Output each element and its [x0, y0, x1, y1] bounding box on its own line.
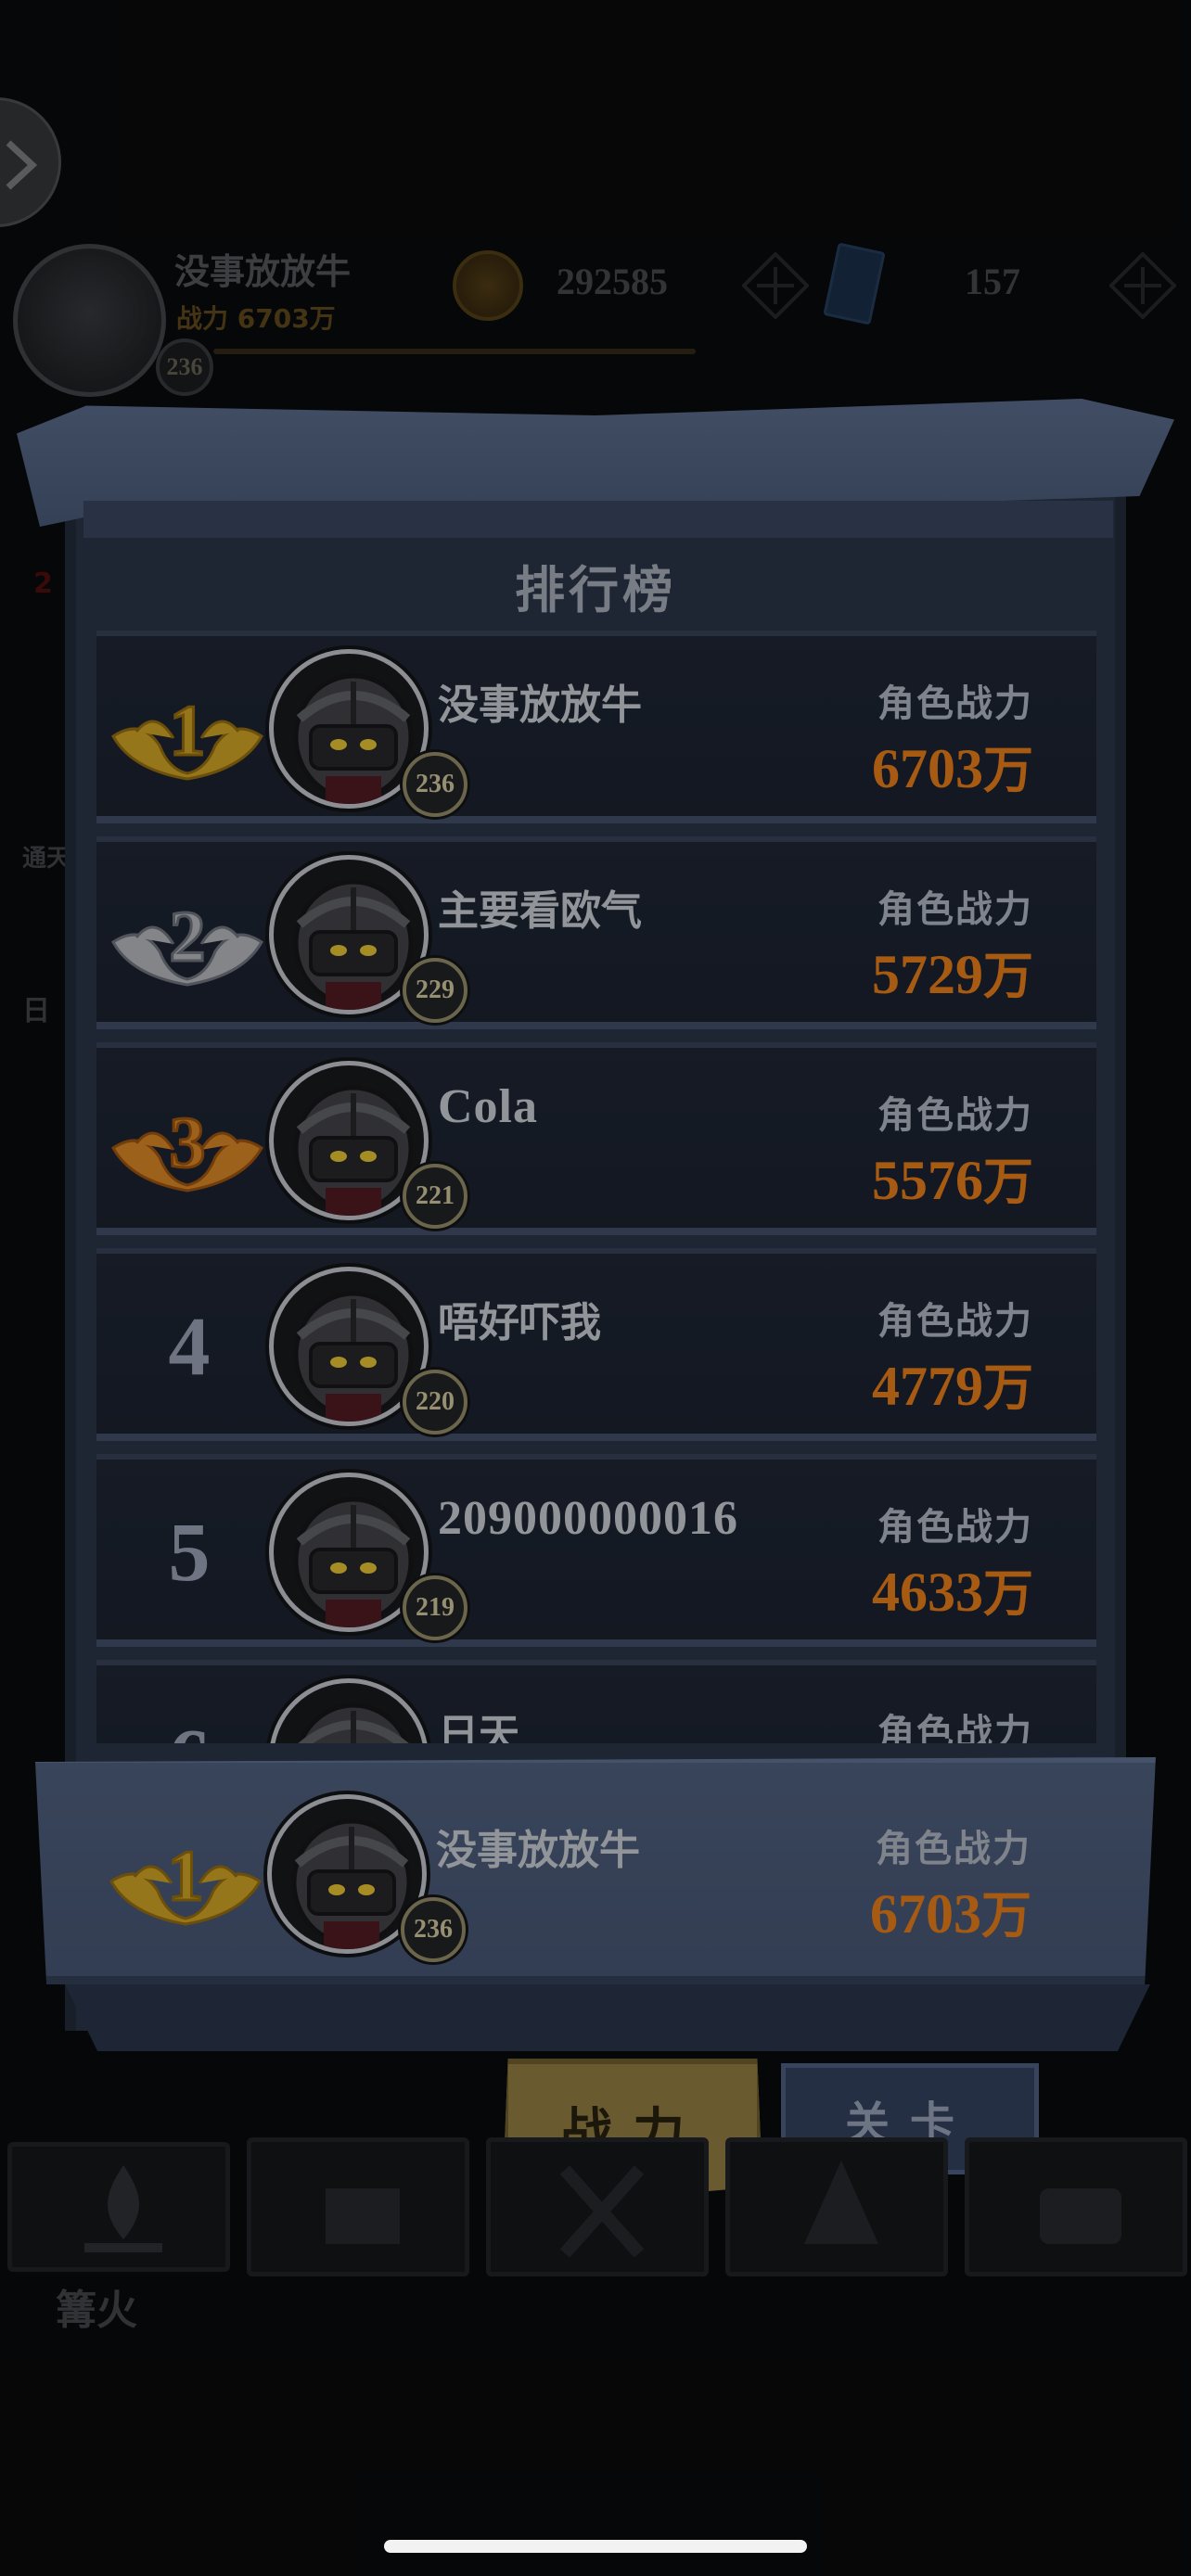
level-badge: 229 [403, 958, 467, 1023]
power-unit: 万 [983, 1564, 1033, 1623]
gold-amount: 292585 [557, 261, 668, 302]
chevron-right-icon [6, 140, 38, 190]
side-label-b: 日 [22, 995, 50, 1027]
book-icon [823, 242, 886, 325]
leaderboard-row[interactable]: 6日天角色战力万 [96, 1660, 1096, 1743]
rank-medal-gold-icon: 1 [109, 1834, 262, 1926]
player-name: 日天 [438, 1711, 519, 1743]
exp-bar [213, 349, 696, 354]
power-value: 4633万 [872, 1552, 1033, 1626]
power-value: 4779万 [872, 1346, 1033, 1420]
player-avatar[interactable] [269, 1678, 429, 1743]
power-unit: 万 [983, 1153, 1033, 1211]
player-name: 没事放放牛 [438, 682, 642, 729]
leaderboard-row[interactable]: 5 219 209000000016 角色战力 4633万 [96, 1454, 1096, 1647]
player-name: 没事放放牛 [436, 1827, 640, 1874]
knight-helmet-icon [297, 1702, 410, 1743]
power-unit: 万 [983, 947, 1033, 1005]
player-name: Cola [438, 1080, 538, 1133]
tree-icon [804, 2161, 878, 2244]
crossed-swords-icon [559, 2165, 645, 2258]
svg-text:2: 2 [170, 896, 206, 976]
rank-medal-silver-icon: 2 [111, 895, 263, 987]
nav-campfire-label: 篝火 [56, 2287, 137, 2334]
svg-text:3: 3 [170, 1102, 206, 1182]
chest-icon [1040, 2188, 1121, 2244]
my-rank-bar: 1 236 没事放放牛 角色战力 6703万 [35, 1757, 1156, 1989]
leaderboard-title: 排行榜 [515, 561, 676, 619]
power-unit: 万 [983, 741, 1033, 799]
rank-medal-bronze-icon: 3 [111, 1101, 263, 1192]
gold-coin-icon [453, 250, 523, 321]
power-number: 4779 [872, 1356, 983, 1417]
level-badge: 220 [403, 1370, 467, 1435]
leaderboard-row[interactable]: 2 229 主要看欧气 角色战力 5729万 [96, 836, 1096, 1029]
level-badge: 236 [401, 1897, 466, 1962]
side-label-a: 通天 [22, 845, 71, 873]
player-power: 战力 6703万 [176, 303, 336, 334]
svg-text:1: 1 [168, 1835, 204, 1916]
panel-bottom-edge [65, 1984, 1150, 2051]
power-number: 4633 [872, 1562, 983, 1623]
scroll-header-shadow [83, 501, 1113, 538]
power-value: 6703万 [872, 729, 1033, 802]
leaderboard-row[interactable]: 1 236 没事放放牛 角色战力 6703万 [96, 631, 1096, 823]
nav-forest[interactable] [725, 2137, 948, 2276]
power-value: 5729万 [872, 935, 1033, 1008]
nav-battle[interactable] [486, 2137, 709, 2276]
campfire-icon [84, 2165, 162, 2252]
power-number: 6703 [870, 1883, 981, 1945]
power-number: 5729 [872, 944, 983, 1005]
power-unit: 万 [983, 1358, 1033, 1417]
power-number: 6703 [872, 738, 983, 799]
player-name: 主要看欧气 [438, 887, 642, 935]
leaderboard-row[interactable]: 4 220 唔好吓我 角色战力 4779万 [96, 1248, 1096, 1441]
rank-medal-gold-icon: 1 [111, 689, 263, 781]
power-label: 角色战力 [877, 1300, 1033, 1343]
add-book-icon[interactable] [1109, 252, 1176, 319]
player-name: 唔好吓我 [438, 1299, 601, 1346]
leaderboard-list[interactable]: 1 236 没事放放牛 角色战力 6703万 2 229 主要看欧气 角色战力 5729万 3 221… [96, 631, 1096, 1743]
leaderboard-row[interactable]: 3 221 Cola 角色战力 5576万 [96, 1042, 1096, 1235]
level-badge: 221 [403, 1164, 467, 1229]
add-gold-icon[interactable] [742, 252, 809, 319]
power-value: 5576万 [872, 1141, 1033, 1214]
my-rank-row: 1 236 没事放放牛 角色战力 6703万 [95, 1781, 1095, 1974]
nav-castle[interactable] [247, 2137, 469, 2276]
rank-number: 6 [115, 1665, 263, 1744]
power-number: 5576 [872, 1150, 983, 1211]
level-badge: 219 [403, 1575, 467, 1640]
castle-icon [326, 2188, 400, 2244]
svg-text:1: 1 [170, 690, 206, 771]
power-label: 角色战力 [877, 1712, 1033, 1743]
power-value: 6703万 [870, 1874, 1031, 1947]
level-badge: 236 [403, 752, 467, 817]
power-label: 角色战力 [877, 682, 1033, 725]
rank-number: 4 [168, 1300, 211, 1393]
book-amount: 157 [965, 261, 1020, 302]
power-label: 角色战力 [876, 1828, 1031, 1870]
home-indicator[interactable] [384, 2540, 807, 2553]
power-label: 角色战力 [877, 888, 1033, 931]
nav-campfire[interactable] [7, 2142, 230, 2272]
power-label: 角色战力 [877, 1094, 1033, 1137]
player-status-bar: 236 没事放放牛 战力 6703万 292585 157 [0, 221, 1191, 397]
player-level-badge: 236 [156, 338, 213, 396]
player-name: 没事放放牛 [174, 251, 352, 292]
player-name: 209000000016 [438, 1492, 738, 1545]
power-label: 角色战力 [877, 1506, 1033, 1549]
rank-number: 5 [168, 1506, 211, 1599]
player-avatar[interactable] [13, 244, 166, 397]
power-unit: 万 [981, 1886, 1031, 1945]
nav-chest[interactable] [965, 2137, 1187, 2276]
